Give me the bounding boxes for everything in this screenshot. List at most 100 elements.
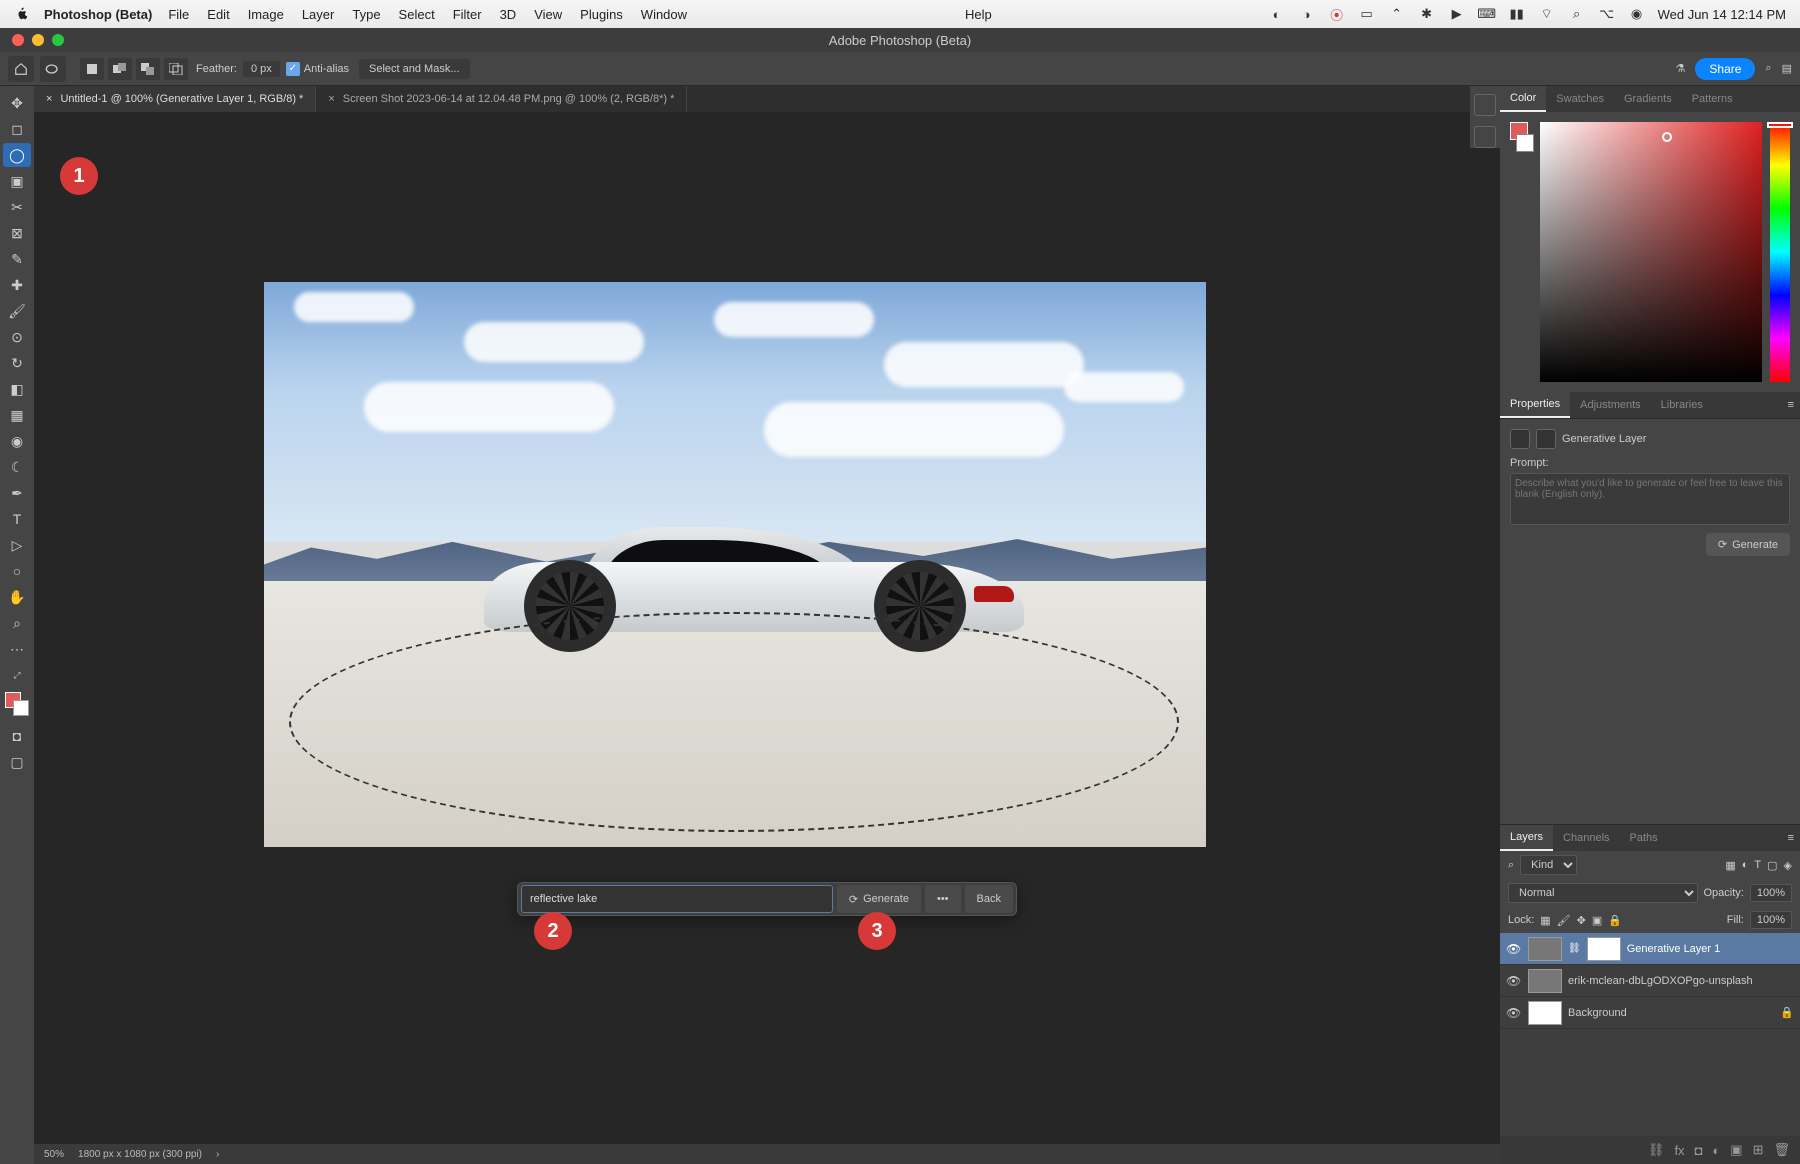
lock-artboard-icon[interactable]: ▣ [1592, 914, 1602, 927]
intersect-selection-icon[interactable] [164, 58, 188, 80]
filter-shape-icon[interactable]: ▢ [1767, 859, 1777, 872]
marquee-tool-icon[interactable]: ◻ [3, 117, 31, 141]
pen-tool-icon[interactable]: ✒ [3, 481, 31, 505]
statusicon-search[interactable]: ⌕ [1566, 6, 1588, 22]
close-tab-icon[interactable]: × [46, 93, 52, 105]
tab-channels[interactable]: Channels [1553, 825, 1619, 851]
statusicon-wifi[interactable]: ⌔ [1536, 6, 1558, 22]
statusicon-siri[interactable]: ◉ [1626, 6, 1648, 22]
menu-plugins[interactable]: Plugins [580, 7, 623, 22]
menu-edit[interactable]: Edit [207, 7, 229, 22]
edit-toolbar-icon[interactable]: ⋯ [3, 637, 31, 661]
menu-image[interactable]: Image [248, 7, 284, 22]
object-select-tool-icon[interactable]: ▣ [3, 169, 31, 193]
canvas-area[interactable]: ⟳Generate ••• Back 1 2 3 [34, 112, 1500, 1144]
brush-tool-icon[interactable]: 🖌 [3, 299, 31, 323]
new-selection-icon[interactable] [80, 58, 104, 80]
close-tab-icon[interactable]: × [328, 93, 334, 105]
lock-transparency-icon[interactable]: ▦ [1540, 914, 1550, 927]
layer-thumbnail[interactable] [1528, 1001, 1562, 1025]
blend-mode-select[interactable]: Normal [1508, 883, 1698, 903]
layer-name[interactable]: Generative Layer 1 [1627, 943, 1721, 955]
document-tab[interactable]: × Screen Shot 2023-06-14 at 12.04.48 PM.… [316, 86, 687, 112]
statusicon-control-center[interactable]: ⌥ [1596, 6, 1618, 22]
home-icon[interactable] [8, 56, 34, 82]
layer-filter-select[interactable]: Kind [1520, 855, 1577, 875]
panel-menu-icon[interactable]: ≡ [1788, 832, 1800, 844]
beaker-icon[interactable]: ⚗ [1676, 62, 1686, 75]
generate-button[interactable]: ⟳Generate [837, 885, 921, 913]
menu-3d[interactable]: 3D [500, 7, 517, 22]
new-layer-icon[interactable]: ⊞ [1753, 1142, 1764, 1158]
collapsed-panel-icon[interactable] [1474, 126, 1496, 148]
history-brush-tool-icon[interactable]: ↻ [3, 351, 31, 375]
color-swatches[interactable] [5, 692, 29, 716]
zoom-tool-icon[interactable]: ⌕ [3, 611, 31, 635]
tab-adjustments[interactable]: Adjustments [1570, 392, 1651, 418]
eyedropper-tool-icon[interactable]: ✎ [3, 247, 31, 271]
statusicon-keyboard[interactable]: ⌨ [1476, 6, 1498, 22]
filter-type-icon[interactable]: T [1754, 859, 1761, 871]
filter-smart-icon[interactable]: ◈ [1784, 859, 1792, 872]
tool-preset-icon[interactable] [40, 56, 66, 82]
dodge-tool-icon[interactable]: ☾ [3, 455, 31, 479]
statusicon-2[interactable]: ◑ [1296, 7, 1318, 22]
menu-layer[interactable]: Layer [302, 7, 335, 22]
layer-row[interactable]: 👁 ⛓ Generative Layer 1 [1500, 933, 1800, 965]
tab-color[interactable]: Color [1500, 86, 1546, 112]
tab-libraries[interactable]: Libraries [1651, 392, 1713, 418]
app-name[interactable]: Photoshop (Beta) [44, 7, 152, 22]
visibility-toggle-icon[interactable]: 👁 [1506, 974, 1522, 988]
layer-style-icon[interactable]: fx [1674, 1143, 1684, 1158]
type-tool-icon[interactable]: T [3, 507, 31, 531]
fill-input[interactable]: 100% [1750, 911, 1792, 929]
background-swatch[interactable] [13, 700, 29, 716]
tab-patterns[interactable]: Patterns [1682, 86, 1743, 112]
menu-select[interactable]: Select [399, 7, 435, 22]
lock-all-icon[interactable]: 🔒 [1608, 914, 1622, 927]
move-tool-icon[interactable]: ✥ [3, 91, 31, 115]
statusicon-1[interactable]: ◐ [1266, 7, 1288, 22]
menu-filter[interactable]: Filter [453, 7, 482, 22]
crop-tool-icon[interactable]: ✂ [3, 195, 31, 219]
new-group-icon[interactable]: ▣ [1730, 1142, 1742, 1158]
layer-row[interactable]: 👁 erik-mclean-dbLgODXOPgo-unsplash [1500, 965, 1800, 997]
opacity-input[interactable]: 100% [1750, 884, 1792, 902]
screenmode-icon[interactable]: ▢ [3, 750, 31, 774]
shape-tool-icon[interactable]: ○ [3, 559, 31, 583]
apple-icon[interactable] [14, 6, 30, 22]
visibility-toggle-icon[interactable]: 👁 [1506, 1006, 1522, 1020]
document-canvas[interactable] [264, 282, 1206, 847]
quickmask-icon[interactable]: ◘ [3, 724, 31, 748]
statusicon-bluetooth[interactable]: ✱ [1416, 6, 1438, 22]
collapsed-panel-icon[interactable] [1474, 94, 1496, 116]
link-layers-icon[interactable]: ⛓ [1648, 1142, 1665, 1158]
tab-paths[interactable]: Paths [1620, 825, 1668, 851]
back-button[interactable]: Back [965, 885, 1013, 913]
layer-thumbnail[interactable] [1528, 969, 1562, 993]
saturation-value-picker[interactable] [1540, 122, 1762, 382]
hand-tool-icon[interactable]: ✋ [3, 585, 31, 609]
anti-alias-checkbox[interactable]: ✓ [286, 62, 300, 76]
generative-prompt-input[interactable] [521, 885, 833, 913]
path-select-tool-icon[interactable]: ▷ [3, 533, 31, 557]
layer-name[interactable]: Background [1568, 1007, 1627, 1019]
menu-help[interactable]: Help [965, 7, 992, 22]
mask-thumbnail[interactable] [1587, 937, 1621, 961]
filter-adjust-icon[interactable]: ◐ [1742, 859, 1749, 871]
statusicon-play[interactable]: ▶ [1446, 6, 1468, 22]
filter-pixel-icon[interactable]: ▦ [1725, 859, 1735, 872]
search-icon[interactable]: ⌕ [1765, 62, 1771, 75]
new-adjust-icon[interactable]: ◐ [1712, 1143, 1720, 1158]
document-tab[interactable]: × Untitled-1 @ 100% (Generative Layer 1,… [34, 86, 316, 112]
share-button[interactable]: Share [1695, 58, 1755, 80]
tab-layers[interactable]: Layers [1500, 825, 1553, 851]
zoom-level[interactable]: 50% [44, 1149, 64, 1160]
gradient-tool-icon[interactable]: ▦ [3, 403, 31, 427]
visibility-toggle-icon[interactable]: 👁 [1506, 942, 1522, 956]
heal-tool-icon[interactable]: ✚ [3, 273, 31, 297]
more-options-button[interactable]: ••• [925, 885, 961, 913]
stamp-tool-icon[interactable]: ⊙ [3, 325, 31, 349]
layer-name[interactable]: erik-mclean-dbLgODXOPgo-unsplash [1568, 975, 1753, 987]
feather-input[interactable]: 0 px [243, 61, 280, 77]
